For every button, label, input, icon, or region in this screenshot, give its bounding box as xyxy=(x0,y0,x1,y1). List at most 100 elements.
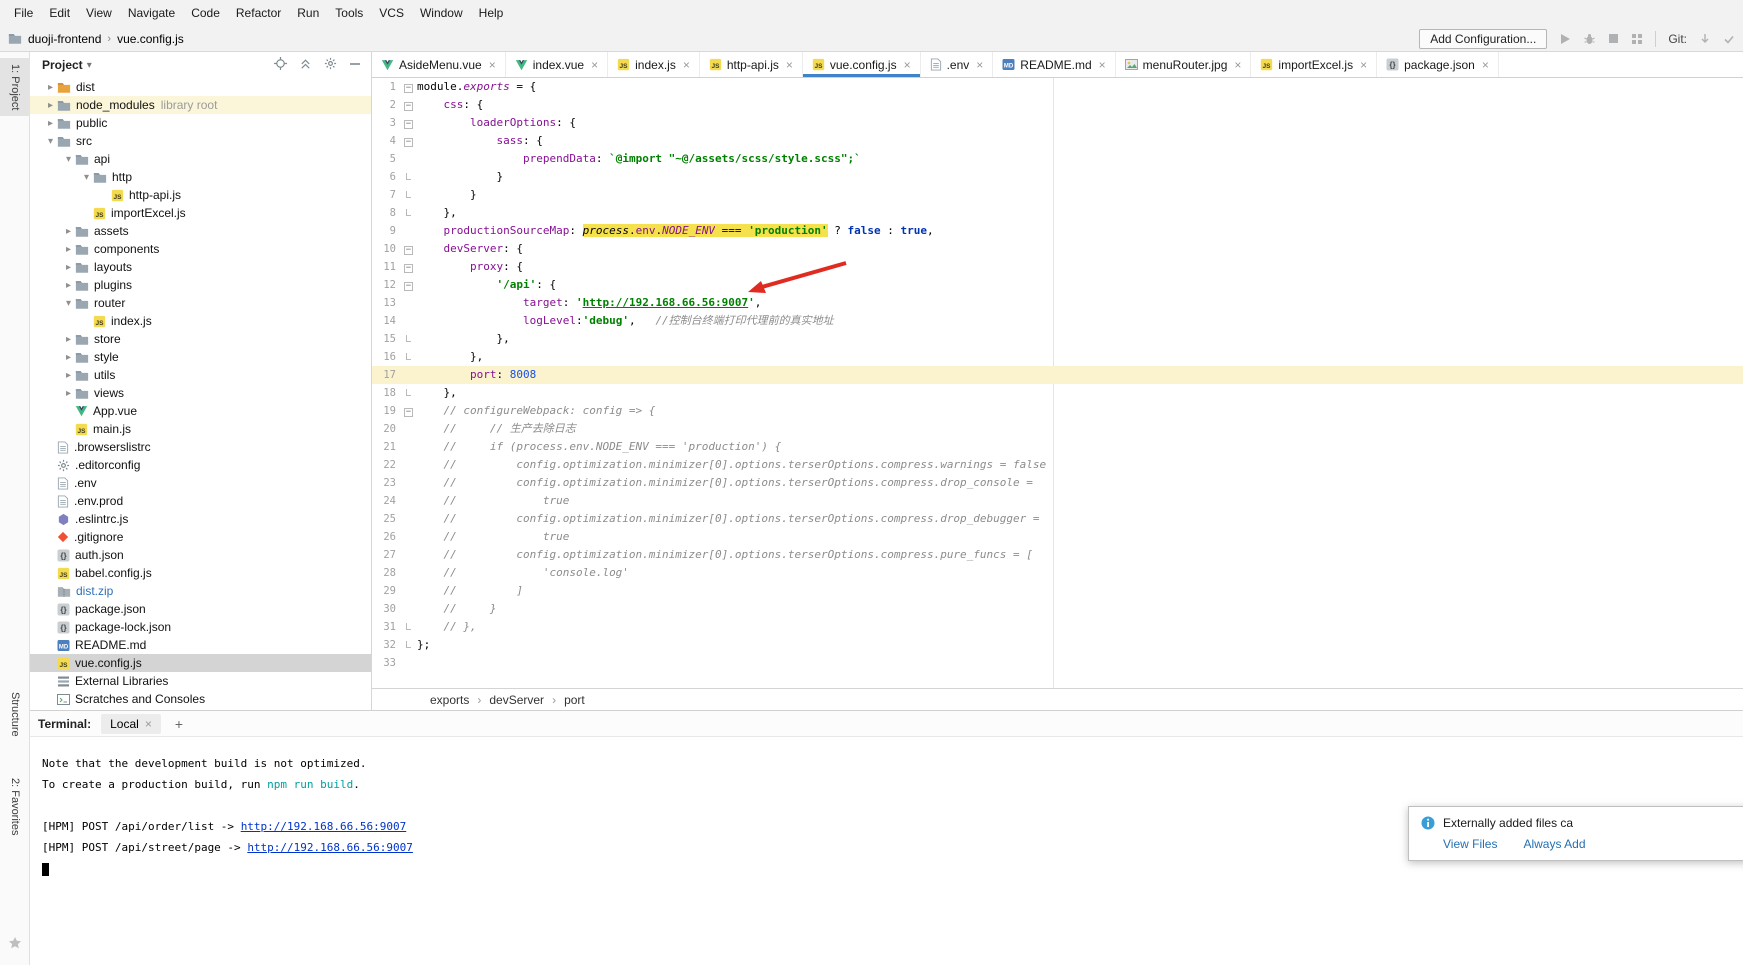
tab-readme-md[interactable]: MDREADME.md× xyxy=(993,52,1115,77)
menu-item-run[interactable]: Run xyxy=(289,2,327,24)
tree-item-node-modules[interactable]: ▸node_moduleslibrary root xyxy=(30,96,371,114)
breadcrumb-port[interactable]: port xyxy=(564,693,585,707)
fold-start-icon[interactable]: − xyxy=(402,96,417,114)
close-tab-icon[interactable]: × xyxy=(683,58,690,72)
tree-item-public[interactable]: ▸public xyxy=(30,114,371,132)
tree-item-browserslistrc[interactable]: .browserslistrc xyxy=(30,438,371,456)
code-line-19[interactable]: 19− // configureWebpack: config => { xyxy=(372,402,1743,420)
fold-end-icon[interactable] xyxy=(402,204,417,222)
run-icon[interactable] xyxy=(1559,33,1571,45)
close-tab-icon[interactable]: × xyxy=(1099,58,1106,72)
close-tab-icon[interactable]: × xyxy=(489,58,496,72)
fold-start-icon[interactable]: − xyxy=(402,258,417,276)
close-tab-icon[interactable]: × xyxy=(904,58,911,72)
tree-item-dist-zip[interactable]: dist.zip xyxy=(30,582,371,600)
toolwindow-structure-button[interactable]: Structure xyxy=(0,692,30,737)
terminal-title[interactable]: Terminal: xyxy=(38,717,91,731)
tree-item-dist[interactable]: ▸dist xyxy=(30,78,371,96)
code-line-15[interactable]: 15 }, xyxy=(372,330,1743,348)
chevron-right-icon[interactable]: ▸ xyxy=(62,370,75,381)
code-line-5[interactable]: 5 prependData: `@import "~@/assets/scss/… xyxy=(372,150,1743,168)
collapse-all-icon[interactable] xyxy=(299,57,312,73)
chevron-right-icon[interactable]: ▸ xyxy=(62,280,75,291)
tab-env[interactable]: .env× xyxy=(921,52,994,77)
tree-item-babel-config-js[interactable]: JSbabel.config.js xyxy=(30,564,371,582)
chevron-down-icon[interactable]: ▾ xyxy=(44,136,57,147)
code-line-32[interactable]: 32}; xyxy=(372,636,1743,654)
code-line-18[interactable]: 18 }, xyxy=(372,384,1743,402)
coverage-grid-icon[interactable] xyxy=(1631,33,1643,45)
chevron-right-icon[interactable]: ▸ xyxy=(62,352,75,363)
menu-item-window[interactable]: Window xyxy=(412,2,471,24)
terminal-link[interactable]: http://192.168.66.56:9007 xyxy=(247,841,413,854)
add-configuration-button[interactable]: Add Configuration... xyxy=(1419,29,1547,49)
chevron-right-icon[interactable]: ▸ xyxy=(44,82,57,93)
breadcrumb-devserver[interactable]: devServer xyxy=(489,693,544,707)
tree-item-api[interactable]: ▾api xyxy=(30,150,371,168)
code-line-29[interactable]: 29 // ] xyxy=(372,582,1743,600)
chevron-down-icon[interactable]: ▾ xyxy=(62,298,75,309)
fold-start-icon[interactable]: − xyxy=(402,276,417,294)
debug-icon[interactable] xyxy=(1583,33,1596,45)
tree-item-scratches-and-consoles[interactable]: Scratches and Consoles xyxy=(30,690,371,708)
stop-icon[interactable] xyxy=(1608,33,1619,44)
favorites-star-icon[interactable] xyxy=(8,936,22,953)
menu-item-navigate[interactable]: Navigate xyxy=(120,2,183,24)
tree-item-importexcel-js[interactable]: JSimportExcel.js xyxy=(30,204,371,222)
code-line-17[interactable]: 17 port: 8008 xyxy=(372,366,1743,384)
tab-menurouter-jpg[interactable]: menuRouter.jpg× xyxy=(1116,52,1252,77)
fold-start-icon[interactable]: − xyxy=(402,78,417,96)
tree-item-main-js[interactable]: JSmain.js xyxy=(30,420,371,438)
tree-item-store[interactable]: ▸store xyxy=(30,330,371,348)
code-line-24[interactable]: 24 // true xyxy=(372,492,1743,510)
menu-item-refactor[interactable]: Refactor xyxy=(228,2,289,24)
fold-end-icon[interactable] xyxy=(402,384,417,402)
menu-item-help[interactable]: Help xyxy=(471,2,512,24)
tree-item-http[interactable]: ▾http xyxy=(30,168,371,186)
code-line-4[interactable]: 4− sass: { xyxy=(372,132,1743,150)
tree-item-components[interactable]: ▸components xyxy=(30,240,371,258)
chevron-right-icon[interactable]: ▸ xyxy=(44,100,57,111)
chevron-right-icon[interactable]: ▸ xyxy=(62,262,75,273)
new-terminal-icon[interactable]: + xyxy=(171,716,187,732)
fold-end-icon[interactable] xyxy=(402,330,417,348)
tree-item-assets[interactable]: ▸assets xyxy=(30,222,371,240)
code-line-1[interactable]: 1−module.exports = { xyxy=(372,78,1743,96)
tree-item-vue-config-js[interactable]: JSvue.config.js xyxy=(30,654,371,672)
chevron-right-icon[interactable]: ▸ xyxy=(62,226,75,237)
fold-end-icon[interactable] xyxy=(402,636,417,654)
tree-item-views[interactable]: ▸views xyxy=(30,384,371,402)
code-line-31[interactable]: 31 // }, xyxy=(372,618,1743,636)
tree-item-layouts[interactable]: ▸layouts xyxy=(30,258,371,276)
tab-vue-config-js[interactable]: JSvue.config.js× xyxy=(803,52,921,77)
menu-item-view[interactable]: View xyxy=(78,2,120,24)
code-line-10[interactable]: 10− devServer: { xyxy=(372,240,1743,258)
terminal-tab-local[interactable]: Local × xyxy=(101,714,161,734)
tree-item-src[interactable]: ▾src xyxy=(30,132,371,150)
code-line-26[interactable]: 26 // true xyxy=(372,528,1743,546)
view-files-link[interactable]: View Files xyxy=(1443,837,1497,851)
code-area[interactable]: 1−module.exports = {2− css: {3− loaderOp… xyxy=(372,78,1743,672)
chevron-right-icon[interactable]: ▸ xyxy=(62,334,75,345)
fold-end-icon[interactable] xyxy=(402,168,417,186)
code-line-21[interactable]: 21 // if (process.env.NODE_ENV === 'prod… xyxy=(372,438,1743,456)
terminal-link[interactable]: http://192.168.66.56:9007 xyxy=(241,820,407,833)
code-line-12[interactable]: 12− '/api': { xyxy=(372,276,1743,294)
close-tab-icon[interactable]: × xyxy=(976,58,983,72)
tree-item-gitignore[interactable]: .gitignore xyxy=(30,528,371,546)
code-line-23[interactable]: 23 // config.optimization.minimizer[0].o… xyxy=(372,474,1743,492)
tree-item-app-vue[interactable]: App.vue xyxy=(30,402,371,420)
locate-file-icon[interactable] xyxy=(274,57,287,73)
tree-item-external-libraries[interactable]: External Libraries xyxy=(30,672,371,690)
fold-end-icon[interactable] xyxy=(402,618,417,636)
close-tab-icon[interactable]: × xyxy=(1234,58,1241,72)
chevron-right-icon[interactable]: ▸ xyxy=(44,118,57,129)
fold-start-icon[interactable]: − xyxy=(402,132,417,150)
menu-item-vcs[interactable]: VCS xyxy=(371,2,412,24)
breadcrumb-file[interactable]: vue.config.js xyxy=(117,32,184,46)
close-tab-icon[interactable]: × xyxy=(1482,58,1489,72)
code-line-16[interactable]: 16 }, xyxy=(372,348,1743,366)
chevron-down-icon[interactable]: ▾ xyxy=(87,60,92,71)
code-line-9[interactable]: 9 productionSourceMap: process.env.NODE_… xyxy=(372,222,1743,240)
tree-item-eslintrc-js[interactable]: .eslintrc.js xyxy=(30,510,371,528)
